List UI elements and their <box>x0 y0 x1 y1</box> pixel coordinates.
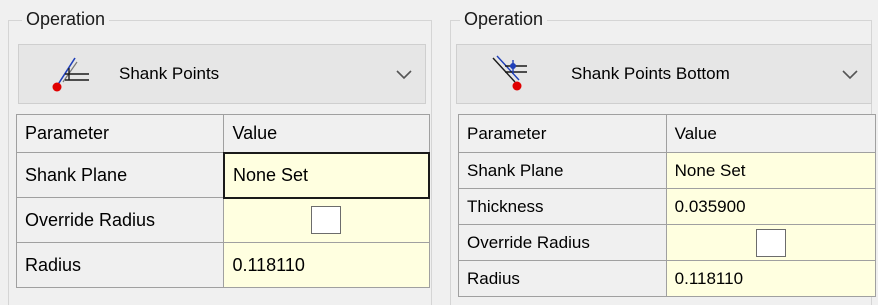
grid-row-override-radius[interactable]: Override Radius <box>458 224 877 261</box>
param-value-field[interactable]: None Set <box>222 151 431 199</box>
grid-row-radius[interactable]: Radius 0.118110 <box>458 260 877 297</box>
param-value-field[interactable]: 0.035900 <box>665 188 877 225</box>
operation-dropdown[interactable]: Shank Points <box>18 44 426 104</box>
operation-dropdown-label: Shank Points <box>119 64 220 83</box>
group-title: Operation <box>22 8 110 30</box>
override-radius-checkbox[interactable] <box>311 206 342 235</box>
column-header-parameter: Parameter <box>15 114 225 153</box>
column-header-value: Value <box>223 114 430 153</box>
grid-row-radius[interactable]: Radius 0.118110 <box>15 242 430 288</box>
param-name: Radius <box>458 260 667 297</box>
chevron-down-icon <box>839 63 861 85</box>
param-value-field[interactable]: None Set <box>665 152 877 189</box>
operation-dropdown[interactable]: Shank Points Bottom <box>456 44 872 104</box>
param-value-cell <box>223 197 430 243</box>
grid-row-thickness[interactable]: Thickness 0.035900 <box>458 188 877 225</box>
column-header-value: Value <box>665 114 877 153</box>
param-value-field[interactable]: 0.118110 <box>223 242 430 288</box>
parameter-grid-left: Parameter Value Shank Plane None Set Ove… <box>15 114 431 288</box>
param-name: Radius <box>15 242 225 288</box>
column-header-parameter: Parameter <box>458 114 667 153</box>
param-value-field[interactable]: 0.118110 <box>665 260 877 297</box>
parameter-grid-right: Parameter Value Shank Plane None Set Thi… <box>458 114 877 297</box>
operation-dropdown-label: Shank Points Bottom <box>571 64 730 83</box>
shank-points-bottom-icon <box>487 52 531 96</box>
chevron-down-icon <box>393 63 415 85</box>
override-radius-checkbox[interactable] <box>755 228 786 257</box>
grid-row-shank-plane[interactable]: Shank Plane None Set <box>458 152 877 189</box>
grid-header-row: Parameter Value <box>15 114 430 153</box>
param-value-cell <box>665 224 877 261</box>
param-name: Shank Plane <box>458 152 667 189</box>
param-name: Shank Plane <box>15 152 225 198</box>
param-name: Override Radius <box>458 224 667 261</box>
group-title: Operation <box>460 8 548 30</box>
shank-points-icon <box>49 52 93 96</box>
param-name: Override Radius <box>15 197 225 243</box>
grid-row-shank-plane[interactable]: Shank Plane None Set <box>15 151 431 199</box>
grid-row-override-radius[interactable]: Override Radius <box>15 197 430 243</box>
param-name: Thickness <box>458 188 667 225</box>
grid-header-row: Parameter Value <box>458 114 877 153</box>
